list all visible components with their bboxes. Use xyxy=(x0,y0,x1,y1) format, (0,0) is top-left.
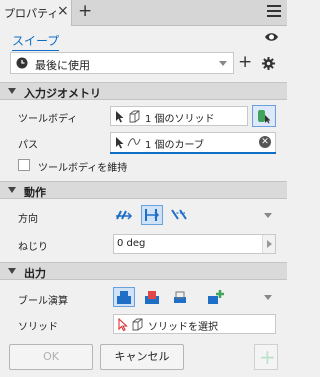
chevron-down-icon xyxy=(219,61,227,66)
feature-name-link[interactable]: スイープ xyxy=(12,32,60,51)
collapse-arrow-icon xyxy=(8,88,16,94)
direction-first-button[interactable] xyxy=(113,205,135,225)
path-focus-underline xyxy=(110,152,276,154)
clear-icon[interactable]: ✕ xyxy=(259,136,271,148)
hamburger-menu-icon[interactable] xyxy=(267,5,281,19)
solid-body-icon xyxy=(129,110,140,123)
boolean-cut-icon xyxy=(145,291,159,304)
solid-body-icon xyxy=(132,318,143,331)
body-select-toggle-button[interactable] xyxy=(252,105,276,127)
tool-body-label: ツールボディ xyxy=(18,114,78,125)
curve-icon xyxy=(127,138,141,147)
direction-third-icon xyxy=(171,209,187,220)
path-selector[interactable]: 1 個のカーブ ✕ xyxy=(110,132,276,152)
direction-third-button[interactable] xyxy=(169,205,191,225)
twist-input[interactable]: 0 deg xyxy=(113,234,276,254)
boolean-dropdown-chevron-icon[interactable] xyxy=(264,295,272,300)
history-icon xyxy=(16,57,28,69)
add-button[interactable]: + xyxy=(254,344,278,370)
tool-body-selector[interactable]: 1 個のソリッド xyxy=(110,106,248,126)
add-preset-button[interactable]: + xyxy=(238,52,252,72)
boolean-new-body-button[interactable] xyxy=(205,287,227,307)
twist-label: ねじり xyxy=(18,242,48,253)
solid-label: ソリッド xyxy=(18,322,58,333)
section-input-geometry[interactable]: 入力ジオメトリ xyxy=(0,82,287,100)
keep-tool-body-checkbox[interactable] xyxy=(18,159,30,171)
preset-value: 最後に使用 xyxy=(35,59,90,72)
add-tab-button[interactable]: + xyxy=(78,1,92,21)
path-label: パス xyxy=(18,140,38,151)
gear-icon[interactable] xyxy=(262,57,275,70)
ok-button[interactable]: OK xyxy=(9,344,93,370)
keep-tool-body-label: ツールボディを維持 xyxy=(38,163,128,174)
green-body-cursor-icon xyxy=(258,110,271,124)
collapse-arrow-icon xyxy=(8,187,16,193)
tab-label: プロパティ xyxy=(4,7,59,20)
boolean-join-icon xyxy=(117,291,131,304)
solid-selector[interactable]: ソリッドを選択 xyxy=(113,314,276,334)
collapse-arrow-icon xyxy=(8,268,16,274)
path-value: 1 個のカーブ xyxy=(145,140,204,151)
new-body-icon xyxy=(208,290,224,304)
direction-dropdown-chevron-icon[interactable] xyxy=(264,213,272,218)
boolean-intersect-button[interactable] xyxy=(169,287,191,307)
section-title: 出力 xyxy=(24,267,46,280)
twist-spinner-button[interactable] xyxy=(262,235,275,253)
section-output[interactable]: 出力 xyxy=(0,262,287,280)
cancel-button[interactable]: キャンセル xyxy=(100,344,184,370)
panel-tabbar: プロパティ × + xyxy=(0,0,287,26)
boolean-label: ブール演算 xyxy=(18,296,68,307)
boolean-intersect-icon xyxy=(174,291,186,303)
preset-dropdown[interactable]: 最後に使用 xyxy=(10,52,234,74)
section-title: 入力ジオメトリ xyxy=(24,87,101,100)
red-cursor-arrow-icon xyxy=(118,318,128,331)
section-title: 動作 xyxy=(24,186,46,199)
tab-close-icon[interactable]: × xyxy=(57,3,69,19)
tool-body-value: 1 個のソリッド xyxy=(145,114,215,125)
plus-icon: + xyxy=(259,345,276,369)
direction-label: 方向 xyxy=(18,214,38,225)
feature-header: スイープ 最後に使用 + xyxy=(0,26,287,80)
twist-value: 0 deg xyxy=(117,238,146,249)
direction-second-icon xyxy=(145,209,160,221)
cursor-arrow-icon xyxy=(116,137,124,149)
boolean-cut-button[interactable] xyxy=(141,287,163,307)
section-behavior[interactable]: 動作 xyxy=(0,181,287,199)
footer: OK キャンセル + xyxy=(0,338,287,377)
solid-value: ソリッドを選択 xyxy=(148,322,218,333)
cursor-arrow-icon xyxy=(116,111,124,123)
boolean-join-button[interactable] xyxy=(113,287,135,307)
direction-second-button[interactable] xyxy=(141,205,163,225)
direction-first-icon xyxy=(116,210,133,220)
tab-properties[interactable]: プロパティ × xyxy=(0,0,72,26)
eye-icon[interactable] xyxy=(264,30,279,44)
